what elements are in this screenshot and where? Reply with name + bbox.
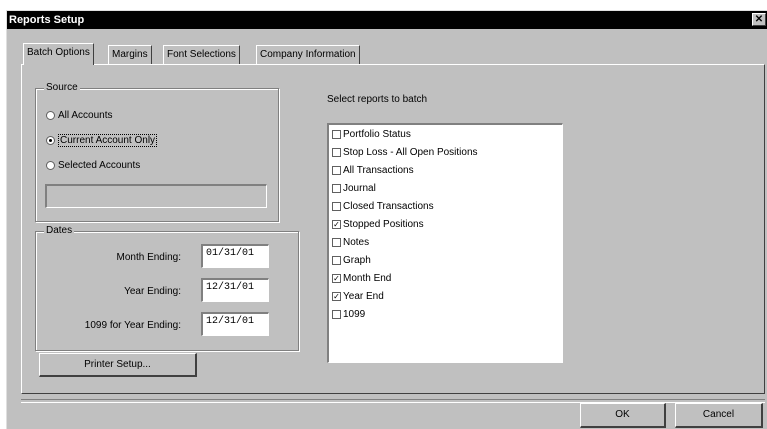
checkbox-icon[interactable] xyxy=(332,255,341,265)
checkbox-icon[interactable] xyxy=(332,237,341,247)
radio-label: Current Account Only xyxy=(58,134,158,147)
radio-label: Selected Accounts xyxy=(58,160,141,171)
checkbox-icon[interactable]: ✓ xyxy=(332,273,341,283)
radio-label: All Accounts xyxy=(58,110,113,121)
reports-listbox[interactable]: Portfolio Status Stop Loss - All Open Po… xyxy=(327,123,563,363)
list-item-label: All Transactions xyxy=(343,165,414,176)
reports-setup-dialog: Reports Setup ✕ Batch Options Margins Fo… xyxy=(6,10,767,429)
window-title: Reports Setup xyxy=(9,14,85,26)
radio-button-icon[interactable] xyxy=(46,135,55,145)
source-legend: Source xyxy=(44,82,80,93)
list-item[interactable]: Notes xyxy=(332,235,369,251)
list-item[interactable]: Portfolio Status xyxy=(332,127,411,143)
checkbox-icon[interactable] xyxy=(332,309,341,319)
select-reports-label: Select reports to batch xyxy=(327,94,428,105)
radio-all-accounts[interactable]: All Accounts xyxy=(46,109,112,123)
checkbox-icon[interactable] xyxy=(332,201,341,211)
checkbox-icon[interactable] xyxy=(332,183,341,193)
cancel-button[interactable]: Cancel xyxy=(675,403,763,428)
checkbox-icon[interactable] xyxy=(332,147,341,157)
list-item-label: Journal xyxy=(343,183,376,194)
tab-margins[interactable]: Margins xyxy=(108,45,152,64)
list-item-label: Year End xyxy=(343,291,384,302)
checkbox-icon[interactable]: ✓ xyxy=(332,291,341,301)
radio-button-icon[interactable] xyxy=(46,110,55,120)
radio-button-icon[interactable] xyxy=(46,160,55,170)
tax-year-ending-label: 1099 for Year Ending: xyxy=(84,320,181,331)
title-bar[interactable]: Reports Setup ✕ xyxy=(7,11,767,29)
year-ending-field[interactable]: 12/31/01 xyxy=(201,278,269,302)
radio-selected-accounts[interactable]: Selected Accounts xyxy=(46,159,140,173)
list-item-label: Notes xyxy=(343,237,370,248)
month-ending-label: Month Ending: xyxy=(116,252,182,263)
list-item[interactable]: Closed Transactions xyxy=(332,199,434,215)
list-item-label: Stopped Positions xyxy=(343,219,424,230)
list-item[interactable]: Stop Loss - All Open Positions xyxy=(332,145,478,161)
source-group: Source All Accounts Current Account Only… xyxy=(35,82,279,222)
tab-font-selections[interactable]: Font Selections xyxy=(163,45,240,64)
list-item-label: Month End xyxy=(343,273,392,284)
checkbox-icon[interactable] xyxy=(332,129,341,139)
radio-current-account-only[interactable]: Current Account Only xyxy=(46,134,158,148)
list-item-label: Closed Transactions xyxy=(343,201,434,212)
dates-group: Dates Month Ending: 01/31/01 Year Ending… xyxy=(35,225,299,351)
list-item[interactable]: All Transactions xyxy=(332,163,414,179)
tab-company-information[interactable]: Company Information xyxy=(256,45,360,64)
checkbox-icon[interactable]: ✓ xyxy=(332,219,341,229)
list-item[interactable]: ✓ Year End xyxy=(332,289,384,305)
list-item-label: Portfolio Status xyxy=(343,129,411,140)
list-item-label: Stop Loss - All Open Positions xyxy=(343,147,478,158)
list-item[interactable]: Graph xyxy=(332,253,371,269)
tax-year-ending-field[interactable]: 12/31/01 xyxy=(201,312,269,336)
selected-accounts-field[interactable] xyxy=(45,184,267,208)
checkbox-icon[interactable] xyxy=(332,165,341,175)
ok-button[interactable]: OK xyxy=(580,403,666,428)
month-ending-field[interactable]: 01/31/01 xyxy=(201,244,269,268)
list-item-label: 1099 xyxy=(343,309,366,320)
list-item-label: Graph xyxy=(343,255,371,266)
dates-legend: Dates xyxy=(44,225,75,236)
list-item[interactable]: Journal xyxy=(332,181,376,197)
year-ending-label: Year Ending: xyxy=(124,286,181,297)
list-item[interactable]: ✓ Month End xyxy=(332,271,391,287)
list-item[interactable]: ✓ Stopped Positions xyxy=(332,217,424,233)
tab-batch-options[interactable]: Batch Options xyxy=(23,43,94,65)
list-item[interactable]: 1099 xyxy=(332,307,365,323)
printer-setup-button[interactable]: Printer Setup... xyxy=(39,353,197,377)
close-icon[interactable]: ✕ xyxy=(752,13,766,26)
